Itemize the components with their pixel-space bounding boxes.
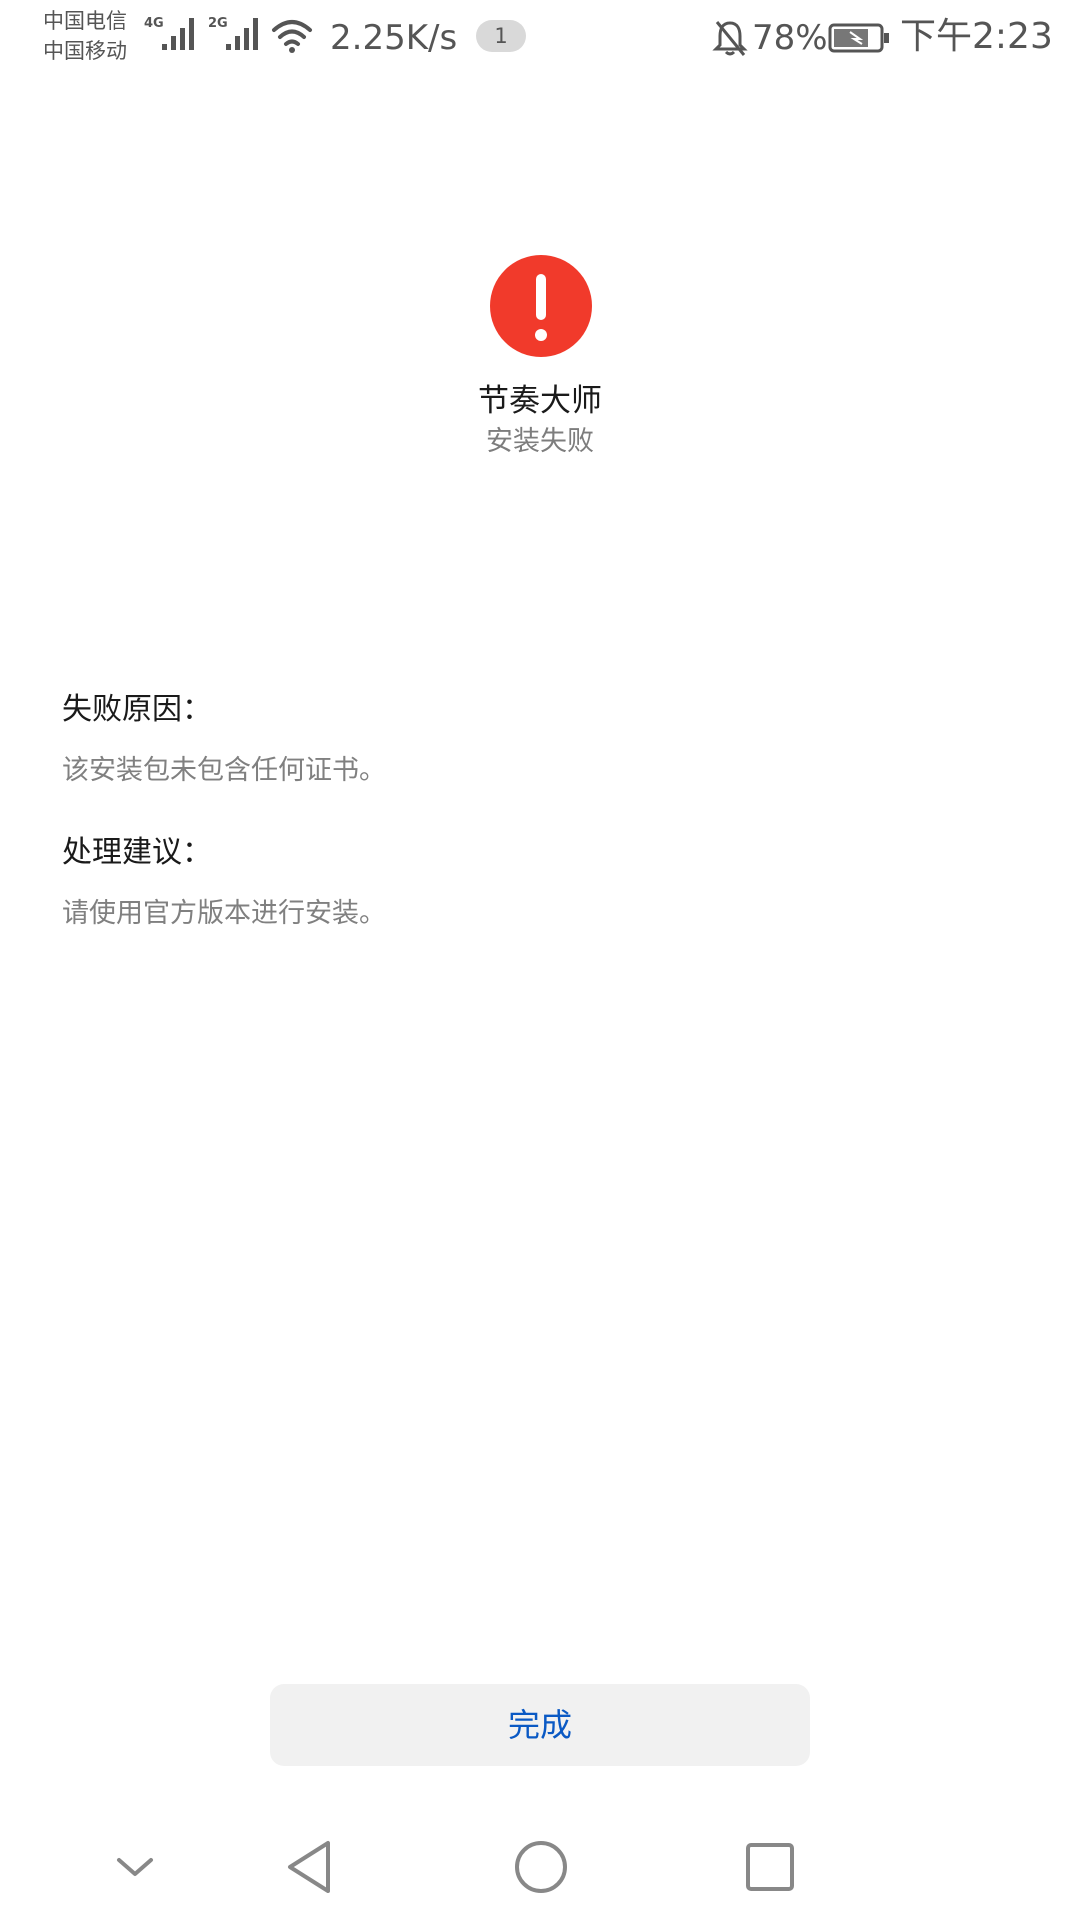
failure-reason-heading: 失败原因： xyxy=(62,692,212,727)
status-bar: 中国电信 中国移动 4G 2G 2.25K/s 1 78% 下午2:23 xyxy=(0,0,1080,80)
back-icon xyxy=(288,1841,330,1893)
suggestion-heading: 处理建议： xyxy=(62,835,212,870)
alert-icon xyxy=(490,255,592,357)
network-speed: 2.25K/s xyxy=(330,18,458,58)
failure-reason-text: 该安装包未包含任何证书。 xyxy=(62,755,386,786)
suggestion-text: 请使用官方版本进行安装。 xyxy=(62,898,386,929)
battery-charging-icon xyxy=(828,23,889,53)
carrier-labels: 中国电信 中国移动 xyxy=(43,6,143,66)
install-status: 安装失败 xyxy=(486,426,594,457)
signal-icon xyxy=(226,18,258,50)
clock: 下午2:23 xyxy=(900,16,1053,57)
recents-icon xyxy=(746,1843,794,1891)
bell-muted-icon xyxy=(712,21,748,56)
notification-count-badge: 1 xyxy=(476,20,526,52)
carrier-1: 中国电信 xyxy=(43,9,127,33)
home-button[interactable] xyxy=(506,1832,576,1902)
carrier-2: 中国移动 xyxy=(43,39,127,63)
wifi-icon xyxy=(272,20,312,53)
collapse-icon xyxy=(117,1858,153,1876)
battery-percent: 78% xyxy=(752,18,828,58)
home-icon xyxy=(515,1841,567,1893)
app-name: 节奏大师 xyxy=(478,383,602,419)
back-button[interactable] xyxy=(275,1832,345,1902)
collapse-nav-button[interactable] xyxy=(100,1832,170,1902)
signal-icon xyxy=(162,18,194,50)
done-button[interactable]: 完成 xyxy=(270,1684,810,1766)
recents-button[interactable] xyxy=(735,1832,805,1902)
